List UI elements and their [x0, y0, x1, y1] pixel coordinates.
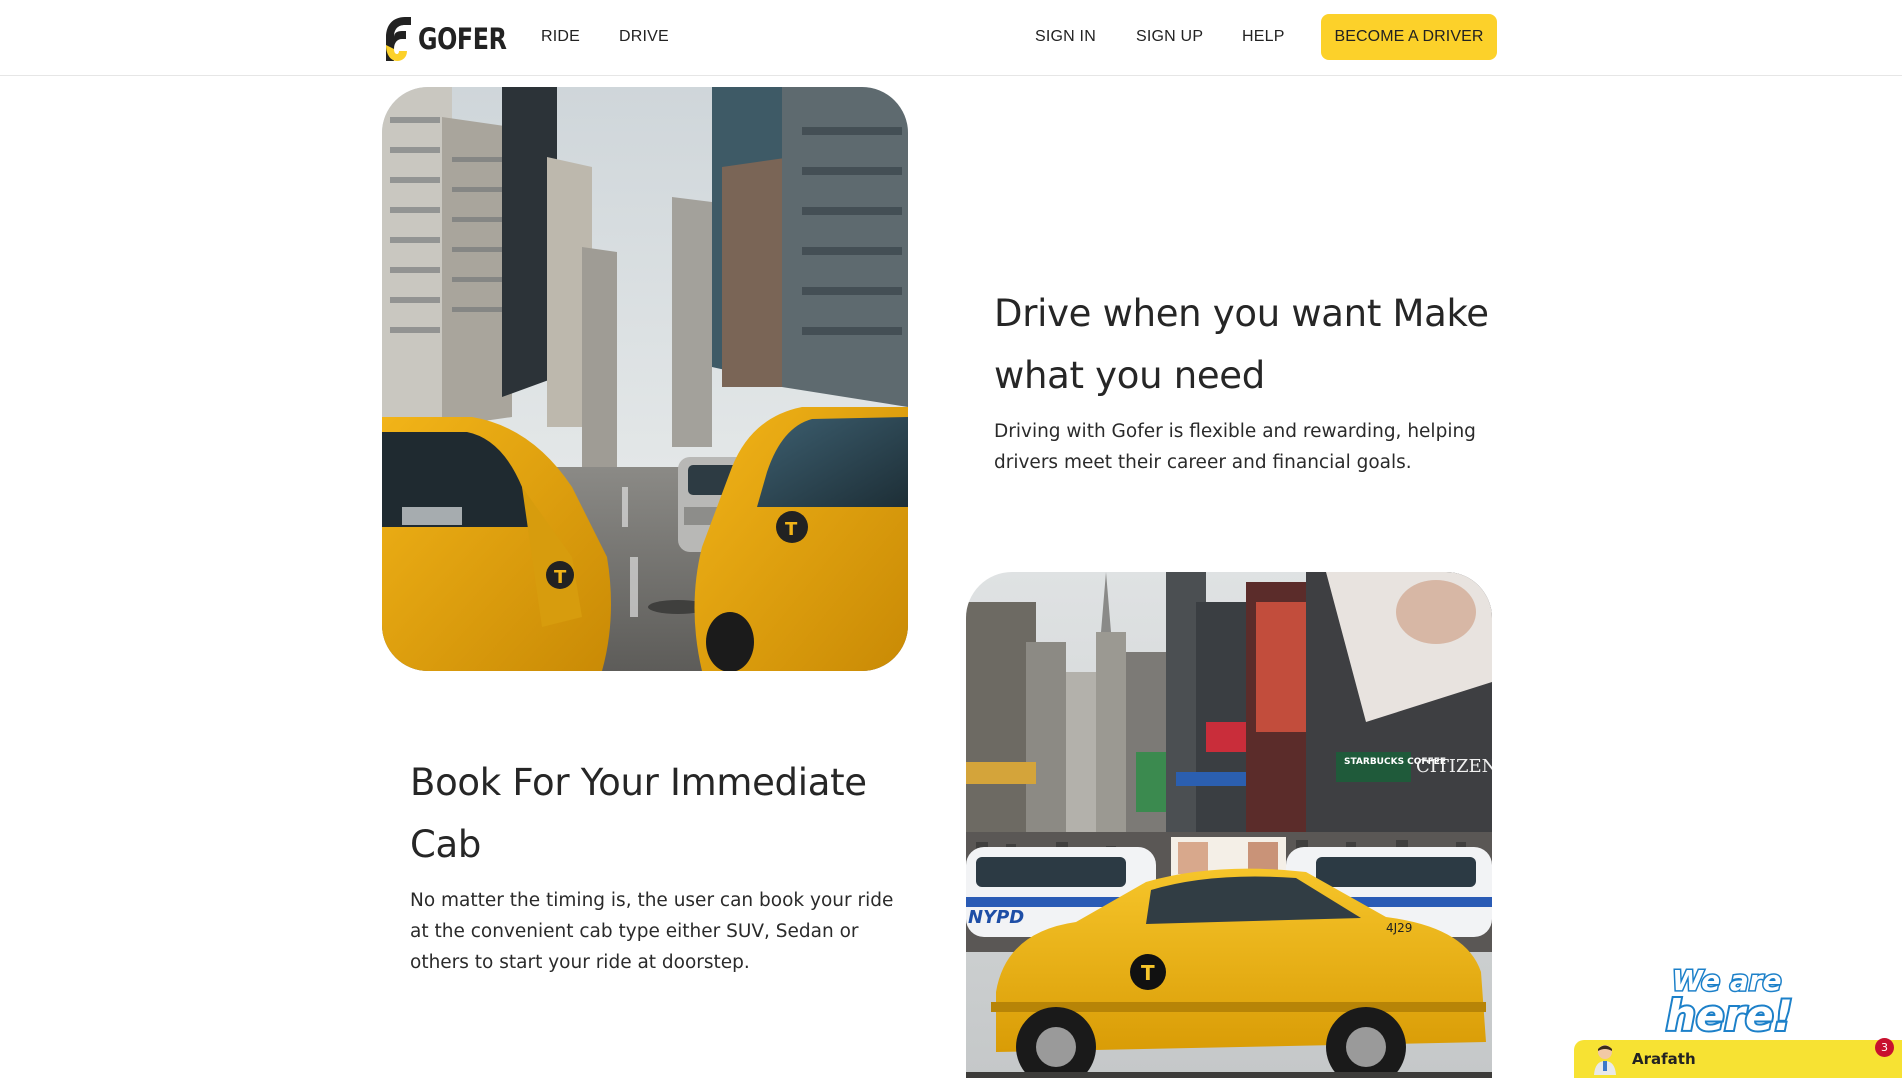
chat-agent-name: Arafath [1632, 1050, 1696, 1068]
we-are-here-line-2: here! [1666, 991, 1793, 1038]
drive-description-line-2: drivers meet their career and financial … [994, 452, 1412, 473]
chat-unread-badge: 3 [1875, 1038, 1894, 1057]
svg-text:T: T [1141, 961, 1155, 985]
book-heading-line-2: Cab [410, 823, 482, 866]
gofer-logo-icon [386, 17, 411, 61]
nav-drive-link[interactable]: DRIVE [619, 28, 669, 46]
taxi-plate-text: 4J29 [1386, 921, 1412, 935]
site-header: GOFER RIDE DRIVE SIGN IN SIGN UP HELP BE… [0, 0, 1902, 76]
become-a-driver-button[interactable]: BECOME A DRIVER [1321, 14, 1497, 60]
drive-heading-line-2: what you need [994, 354, 1265, 397]
drive-heading: Drive when you want Make what you need [994, 283, 1514, 407]
brand-name: GOFER [418, 22, 507, 56]
book-heading-line-1: Book For Your Immediate [410, 761, 867, 804]
nav-help-link[interactable]: HELP [1242, 28, 1285, 46]
nav-ride-link[interactable]: RIDE [541, 28, 580, 46]
book-description-line-1: No matter the timing is, the user can bo… [410, 890, 894, 911]
citizen-sign-text: CITIZEN [1416, 756, 1492, 777]
live-chat-bar[interactable]: Arafath [1574, 1040, 1902, 1078]
book-description: No matter the timing is, the user can bo… [410, 885, 910, 978]
svg-text:T: T [785, 519, 798, 540]
nav-sign-in-link[interactable]: SIGN IN [1035, 28, 1096, 46]
drive-description-line-1: Driving with Gofer is flexible and rewar… [994, 421, 1476, 442]
we-are-here-badge[interactable]: We are here! [1658, 958, 1808, 1043]
city-taxis-photo: T T [382, 87, 908, 671]
drive-description: Driving with Gofer is flexible and rewar… [994, 416, 1514, 478]
nypd-car-text: NYPD [968, 907, 1024, 928]
agent-avatar-icon [1594, 1045, 1616, 1075]
book-description-line-3: others to start your ride at doorstep. [410, 952, 750, 973]
book-description-line-2: at the convenient cab type either SUV, S… [410, 921, 859, 942]
nav-sign-up-link[interactable]: SIGN UP [1136, 28, 1203, 46]
drive-heading-line-1: Drive when you want Make [994, 292, 1489, 335]
svg-text:T: T [554, 567, 567, 588]
times-square-taxi-photo: STARBUCKS COFFEE CITIZEN NYPD T 4J29 [966, 572, 1492, 1078]
brand-logo[interactable]: GOFER [383, 14, 526, 64]
book-heading: Book For Your Immediate Cab [410, 752, 880, 876]
